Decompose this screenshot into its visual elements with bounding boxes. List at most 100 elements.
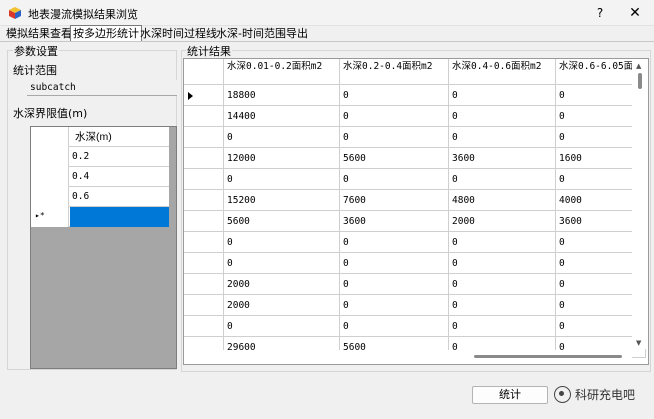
results-row[interactable]: 15200 7600 4800 4000 [184,190,646,211]
results-cell[interactable]: 3600 [340,211,449,232]
results-cell[interactable]: 15200 [224,190,340,211]
results-row[interactable]: 0000 [184,169,646,190]
results-row[interactable]: 0000 [184,316,646,337]
row-header[interactable] [184,169,224,190]
results-cell[interactable]: 0 [224,232,340,253]
results-row[interactable]: 0000 [184,127,646,148]
row-header[interactable] [184,211,224,232]
results-column-header[interactable]: 水深0.2-0.4面积m2 [340,59,449,85]
row-header[interactable] [184,232,224,253]
stat-button[interactable]: 统计 [472,386,548,404]
results-cell[interactable]: 3600 [449,148,556,169]
results-cell[interactable]: 5600 [340,148,449,169]
results-column-header[interactable]: 水深0.01-0.2面积m2 [224,59,340,85]
results-row[interactable]: 0000 [184,232,646,253]
threshold-row[interactable]: 0.4 [31,167,169,187]
results-cell[interactable]: 4800 [449,190,556,211]
row-header[interactable] [184,295,224,316]
results-row[interactable]: 0000 [184,253,646,274]
results-cell[interactable]: 0 [224,253,340,274]
vertical-scroll-thumb[interactable] [638,73,642,89]
row-header[interactable] [184,253,224,274]
horizontal-scroll-thumb[interactable] [474,355,622,358]
row-header[interactable] [184,127,224,148]
row-header[interactable] [184,316,224,337]
tab-depth-time-export[interactable]: 水深-时间范围导出 [214,26,310,42]
results-cell[interactable]: 0 [449,295,556,316]
results-row[interactable]: 2000 0 0 0 [184,274,646,295]
results-cell[interactable]: 0 [449,232,556,253]
results-cell[interactable]: 0 [449,106,556,127]
results-row[interactable]: 18800 0 0 0 [184,85,646,106]
new-row-header[interactable]: ▸* [31,207,69,227]
results-cell[interactable]: 0 [224,127,340,148]
horizontal-scrollbar[interactable] [184,350,632,364]
threshold-grid[interactable]: 水深(m) 0.2 0.4 0.6 ▸* [30,126,177,369]
threshold-new-cell[interactable] [70,207,169,227]
results-cell[interactable]: 0 [340,169,449,190]
results-cell[interactable]: 0 [340,127,449,148]
results-cell[interactable]: 2000 [224,295,340,316]
results-cell[interactable]: 0 [340,85,449,106]
results-cell[interactable]: 7600 [340,190,449,211]
app-cube-icon [9,7,21,19]
vertical-scrollbar[interactable]: ▲ ▼ [632,59,648,349]
results-cell[interactable]: 0 [449,316,556,337]
results-cell[interactable]: 14400 [224,106,340,127]
threshold-column-header[interactable]: 水深(m) [70,127,169,147]
help-button[interactable]: ? [590,3,610,23]
range-select[interactable]: subcatch [27,80,177,96]
threshold-cell[interactable]: 0.2 [70,147,169,167]
close-button[interactable]: ✕ [624,3,646,23]
threshold-new-row[interactable]: ▸* [31,207,169,227]
row-header[interactable] [184,106,224,127]
row-header[interactable] [31,147,69,167]
title-bar: 地表漫流模拟结果浏览 ? ✕ [0,0,654,26]
results-column-header[interactable]: 水深0.4-0.6面积m2 [449,59,556,85]
results-cell[interactable]: 0 [340,106,449,127]
results-cell[interactable]: 2000 [224,274,340,295]
tab-result-view[interactable]: 模拟结果查看 [4,26,74,42]
watermark: 科研充电吧 [554,386,635,403]
row-header[interactable] [184,85,224,106]
range-label: 统计范围 [13,64,57,77]
results-cell[interactable]: 18800 [224,85,340,106]
results-cell[interactable]: 2000 [449,211,556,232]
tab-polygon-stats[interactable]: 按多边形统计 [70,25,142,42]
scroll-down-icon[interactable]: ▼ [636,339,641,347]
results-cell[interactable]: 0 [340,316,449,337]
results-cell[interactable]: 5600 [224,211,340,232]
threshold-cell[interactable]: 0.6 [70,187,169,207]
row-header[interactable] [184,190,224,211]
results-cell[interactable]: 0 [449,274,556,295]
results-cell[interactable]: 0 [449,127,556,148]
results-cell[interactable]: 0 [224,169,340,190]
threshold-cell[interactable]: 0.4 [70,167,169,187]
tab-depth-time-curve[interactable]: 水深时间过程线 [138,26,219,42]
results-cell[interactable]: 0 [449,169,556,190]
results-cell[interactable]: 0 [224,316,340,337]
results-row[interactable]: 12000 5600 3600 1600 [184,148,646,169]
results-cell[interactable]: 0 [340,274,449,295]
results-cell[interactable]: 0 [340,295,449,316]
results-header-row: 水深0.01-0.2面积m2 水深0.2-0.4面积m2 水深0.4-0.6面积m2… [184,59,646,85]
current-row-arrow-icon [188,92,193,100]
results-row[interactable]: 2000 0 0 0 [184,295,646,316]
row-header[interactable] [31,187,69,207]
threshold-row[interactable]: 0.2 [31,147,169,167]
threshold-row[interactable]: 0.6 [31,187,169,207]
results-cell[interactable]: 0 [340,253,449,274]
results-row[interactable]: 5600 3600 2000 3600 [184,211,646,232]
results-cell[interactable]: 0 [449,253,556,274]
row-header[interactable] [184,274,224,295]
row-header[interactable] [184,148,224,169]
results-cell[interactable]: 0 [340,232,449,253]
results-cell[interactable]: 0 [449,85,556,106]
results-cell[interactable]: 12000 [224,148,340,169]
results-grid[interactable]: 水深0.01-0.2面积m2 水深0.2-0.4面积m2 水深0.4-0.6面积m2… [183,58,649,365]
params-group-title: 参数设置 [13,43,59,59]
watermark-text: 科研充电吧 [575,388,636,402]
scroll-up-icon[interactable]: ▲ [636,62,641,70]
row-header[interactable] [31,167,69,187]
results-row[interactable]: 14400 0 0 0 [184,106,646,127]
